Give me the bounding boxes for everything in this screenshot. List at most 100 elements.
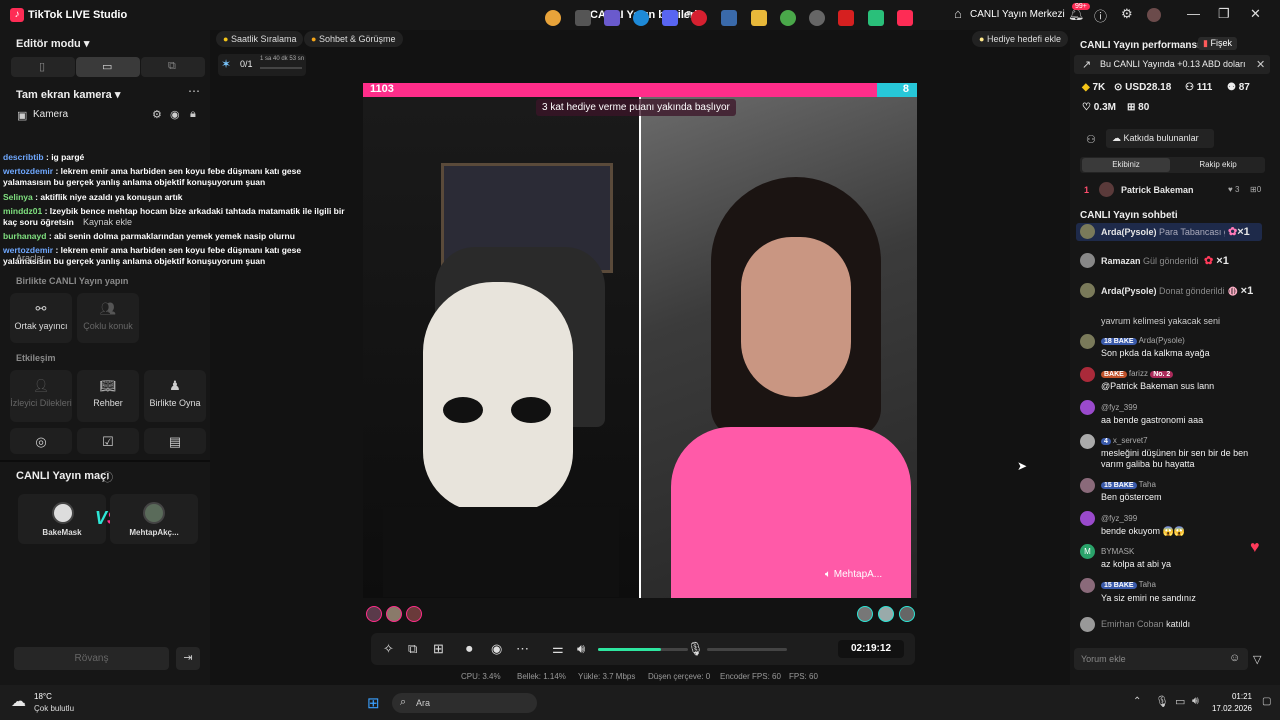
portrait-mode-button[interactable]: ▯	[11, 57, 75, 77]
mic-slider[interactable]	[707, 648, 787, 651]
multi-guest-button[interactable]: 👥︎ Çoklu konuk	[77, 293, 139, 343]
notification-icon[interactable]: ▢	[1262, 696, 1271, 707]
chat-call-button[interactable]: ● Sohbet & Görüşme	[304, 31, 403, 47]
supporter-avatar[interactable]	[878, 606, 894, 622]
tab-rival-team[interactable]: Rakip ekip	[1174, 158, 1262, 172]
edge-icon[interactable]	[633, 10, 649, 26]
help-icon[interactable]: ⓘ	[102, 469, 113, 485]
emoji-icon[interactable]: ☺	[1229, 652, 1240, 664]
record-icon[interactable]: ⏺	[466, 641, 473, 657]
supporter-avatar[interactable]	[899, 606, 915, 622]
perf-tag[interactable]: ▮ Fişek	[1198, 37, 1237, 50]
live-center-link[interactable]: CANLI Yayın Merkezi	[970, 9, 1065, 20]
discord-icon[interactable]	[662, 10, 678, 26]
close-icon[interactable]: ✕	[1256, 58, 1265, 71]
supporter-avatar[interactable]	[857, 606, 873, 622]
send-icon[interactable]: ▽	[1253, 653, 1261, 666]
mic-icon[interactable]: 🎙︎	[1155, 695, 1169, 708]
tool-button[interactable]: ▤	[144, 428, 206, 454]
tool-button[interactable]: ◎	[10, 428, 72, 454]
scene-dropdown[interactable]: Tam ekran kamera ▾	[16, 88, 120, 101]
maximize-icon[interactable]: ❐	[1218, 6, 1230, 22]
chevron-up-icon[interactable]: ⌃	[1133, 696, 1141, 707]
folder-icon[interactable]	[751, 10, 767, 26]
youtube-icon[interactable]	[838, 10, 854, 26]
tab-your-team[interactable]: Ekibiniz	[1082, 158, 1170, 172]
chat-text: abi senin dolma parmaklarından yemek yem…	[54, 231, 295, 241]
chat-user[interactable]: Taha	[1139, 580, 1156, 589]
obs-icon[interactable]	[809, 10, 825, 26]
chat-title: CANLI Yayın sohbeti	[1080, 210, 1178, 221]
add-source-label[interactable]: Kaynak ekle	[83, 217, 132, 227]
editor-mode-dropdown[interactable]: Editör modu ▾	[16, 37, 89, 50]
gift-goal-button[interactable]: ● Hediye hedefi ekle	[972, 31, 1069, 47]
exit-match-icon[interactable]: ⇥	[176, 647, 200, 670]
avatar[interactable]	[1147, 8, 1161, 22]
windows-start-icon[interactable]: ⊞	[367, 694, 380, 712]
speaker-icon[interactable]: 🔊︎	[577, 641, 585, 657]
book-icon: 📖︎	[99, 378, 117, 393]
clock-time[interactable]: 01:21	[1214, 692, 1252, 701]
chat-user[interactable]: Taha	[1139, 480, 1156, 489]
settings-icon[interactable]: ⚙	[152, 108, 162, 121]
chat-user[interactable]: farizz	[1129, 369, 1148, 378]
contributor-name[interactable]: Patrick Bakeman	[1121, 185, 1194, 195]
eye-icon[interactable]: ◉	[170, 108, 180, 121]
rematch-button[interactable]: Rövanş	[14, 647, 169, 670]
file-icon[interactable]	[575, 10, 591, 26]
landscape-mode-button[interactable]: ▭	[76, 57, 140, 77]
mic-icon[interactable]: 🎙︎	[687, 641, 704, 657]
tool-button[interactable]: ☑	[77, 428, 139, 454]
hourly-ranking-button[interactable]: ● Saatlik Sıralama	[216, 31, 304, 47]
mail-icon[interactable]	[721, 10, 737, 26]
chrome-icon[interactable]	[545, 10, 561, 26]
network-icon[interactable]: ▭	[1175, 695, 1185, 708]
effects-icon[interactable]: ⧉	[408, 641, 417, 657]
opera-icon[interactable]	[691, 10, 707, 26]
chrome-icon[interactable]	[780, 10, 796, 26]
camera-toggle-icon[interactable]: ◉	[491, 641, 502, 657]
battle-score-bar	[363, 83, 917, 97]
search-input[interactable]: ⌕ Ara	[392, 693, 537, 713]
equalizer-icon[interactable]: ⚌	[552, 641, 564, 657]
volume-icon[interactable]: 🔊︎	[1192, 695, 1199, 708]
gear-icon[interactable]: ⚙	[1121, 6, 1133, 22]
viewer-wishes-button[interactable]: 👤︎ İzleyici Dilekleri	[10, 370, 72, 422]
supporter-avatar[interactable]	[406, 606, 422, 622]
close-icon[interactable]: ✕	[1250, 6, 1261, 22]
lock-icon[interactable]: 🔒︎	[190, 108, 196, 121]
magic-wand-icon[interactable]: ✧	[383, 641, 394, 657]
tiktok-live-icon[interactable]	[897, 10, 913, 26]
goal-widget[interactable]: ✶ 0/1 1 sa 40 dk 53 sn	[218, 54, 306, 76]
search-placeholder: Ara	[416, 698, 431, 708]
minimize-icon[interactable]: —	[1187, 6, 1200, 21]
chat-user[interactable]: x_servet7	[1113, 436, 1148, 445]
match-player-right[interactable]: MehtapAkç...	[110, 494, 198, 544]
layout-mode-button[interactable]: ⧉	[141, 57, 205, 77]
join-user[interactable]: Emirhan Coban	[1101, 619, 1164, 629]
clock-date[interactable]: 17.02.2026	[1208, 704, 1252, 713]
supporter-avatar[interactable]	[366, 606, 382, 622]
chat-user[interactable]: Arda(Pysole)	[1139, 336, 1185, 345]
add-scene-icon[interactable]: ⊞	[433, 641, 444, 657]
more-icon[interactable]: ⋯	[188, 84, 200, 98]
weather-temp[interactable]: 18°C	[34, 692, 52, 701]
chat-user[interactable]: BYMASK	[1101, 547, 1134, 556]
chat-user[interactable]: @fyz_399	[1101, 514, 1137, 523]
match-player-left[interactable]: BakeMask	[18, 494, 106, 544]
teams-icon[interactable]	[604, 10, 620, 26]
contributors-button[interactable]: ☁ Katkıda bulunanlar	[1106, 129, 1214, 148]
chat-user[interactable]: @fyz_399	[1101, 403, 1137, 412]
home-icon[interactable]: ⌂	[954, 6, 962, 21]
cohost-button[interactable]: ⚯ Ortak yayıncı	[10, 293, 72, 343]
volume-slider[interactable]	[598, 648, 688, 651]
supporter-avatar[interactable]	[386, 606, 402, 622]
guide-button[interactable]: 📖︎ Rehber	[77, 370, 139, 422]
comment-input[interactable]: Yorum ekle ☺	[1074, 648, 1248, 670]
app-icon[interactable]	[868, 10, 884, 26]
weather-text[interactable]: Çok bulutlu	[34, 704, 74, 713]
more-icon[interactable]: ⋯	[516, 641, 529, 657]
play-together-button[interactable]: ♟ Birlikte Oyna	[144, 370, 206, 422]
camera-source[interactable]: Kamera	[33, 109, 68, 120]
help-icon[interactable]: ⓘ	[1094, 6, 1107, 25]
